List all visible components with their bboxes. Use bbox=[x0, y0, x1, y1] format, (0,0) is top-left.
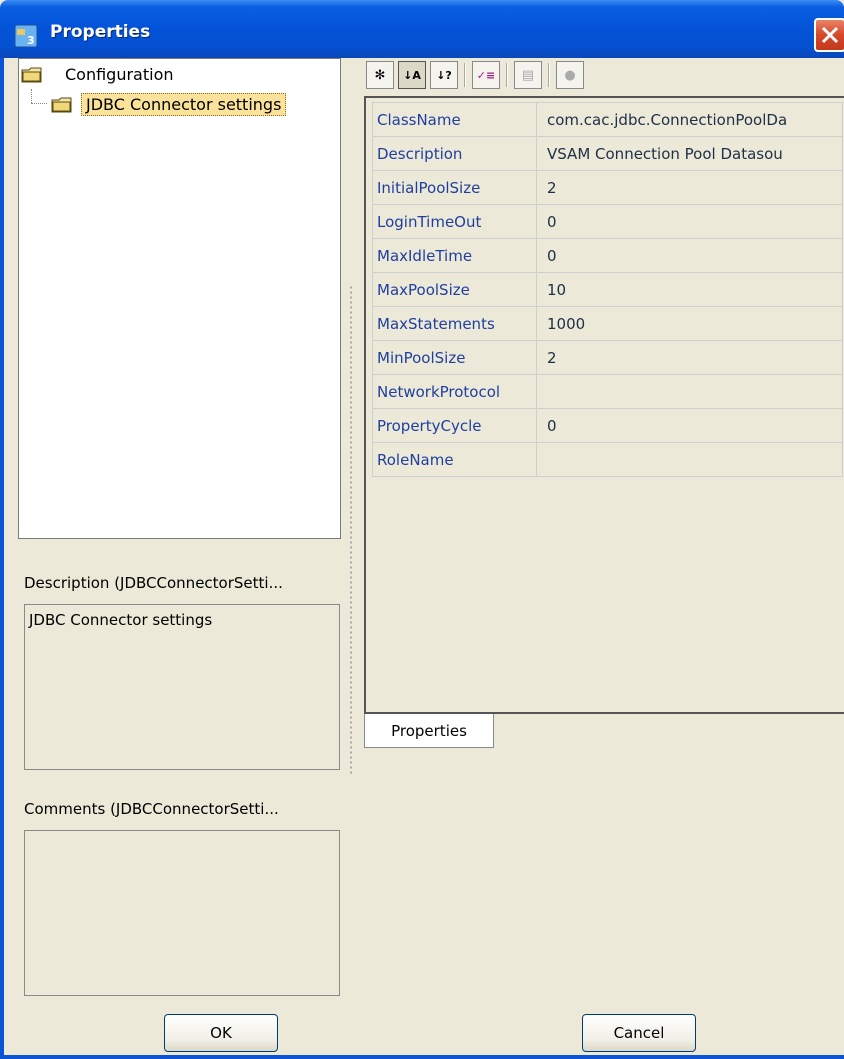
property-row[interactable]: LoginTimeOut 0 bbox=[372, 204, 843, 239]
property-value[interactable]: 2 bbox=[536, 170, 843, 205]
sort-reverse-icon: ↓? bbox=[436, 68, 452, 82]
property-name: InitialPoolSize bbox=[372, 170, 537, 205]
cancel-button[interactable]: Cancel bbox=[582, 1014, 696, 1052]
window-frame-left bbox=[0, 58, 4, 1059]
help-button[interactable]: ● bbox=[556, 61, 584, 89]
property-table: ClassName com.cac.jdbc.ConnectionPoolDa De… bbox=[372, 102, 843, 477]
property-value[interactable]: 10 bbox=[536, 272, 843, 307]
ok-button[interactable]: OK bbox=[164, 1014, 278, 1052]
folder-icon bbox=[21, 67, 42, 82]
property-row[interactable]: ClassName com.cac.jdbc.ConnectionPoolDa bbox=[372, 102, 843, 137]
property-grid: ClassName com.cac.jdbc.ConnectionPoolDa De… bbox=[364, 96, 844, 714]
property-name: MaxIdleTime bbox=[372, 238, 537, 273]
property-toolbar: ✻ ↓A ↓? ✓≡ ▤ ● bbox=[366, 60, 584, 90]
property-value[interactable]: 0 bbox=[536, 408, 843, 443]
property-name: MaxPoolSize bbox=[372, 272, 537, 307]
panel-splitter[interactable] bbox=[349, 285, 353, 775]
comments-field[interactable] bbox=[24, 830, 340, 996]
checklist-icon: ✓≡ bbox=[476, 68, 496, 82]
tree-node-label: JDBC Connector settings bbox=[81, 93, 287, 116]
property-value[interactable]: 0 bbox=[536, 238, 843, 273]
property-name: NetworkProtocol bbox=[372, 374, 537, 409]
property-value[interactable] bbox=[536, 374, 843, 409]
toolbar-separator bbox=[506, 63, 508, 87]
property-pages-button[interactable]: ▤ bbox=[514, 61, 542, 89]
tree-node-label: Configuration bbox=[65, 65, 174, 84]
help-icon: ● bbox=[564, 67, 576, 83]
description-label: Description (JDBCConnectorSetti... bbox=[24, 574, 283, 592]
close-icon bbox=[821, 26, 839, 44]
sort-alphabetical-button[interactable]: ↓A bbox=[398, 61, 426, 89]
property-name: MinPoolSize bbox=[372, 340, 537, 375]
property-pages-icon: ▤ bbox=[521, 67, 535, 83]
app-icon: 3 bbox=[14, 24, 38, 48]
tree-node-configuration[interactable]: Configuration bbox=[21, 65, 174, 84]
description-field[interactable]: JDBC Connector settings bbox=[24, 604, 340, 770]
tab-properties[interactable]: Properties bbox=[364, 714, 494, 748]
checklist-button[interactable]: ✓≡ bbox=[472, 61, 500, 89]
property-value[interactable] bbox=[536, 442, 843, 477]
property-name: MaxStatements bbox=[372, 306, 537, 341]
property-value[interactable]: com.cac.jdbc.ConnectionPoolDa bbox=[536, 102, 843, 137]
property-row[interactable]: PropertyCycle 0 bbox=[372, 408, 843, 443]
close-button[interactable] bbox=[814, 18, 844, 52]
property-row[interactable]: InitialPoolSize 2 bbox=[372, 170, 843, 205]
comments-label: Comments (JDBCConnectorSetti... bbox=[24, 800, 279, 818]
tree-connector bbox=[31, 103, 47, 104]
property-row[interactable]: RoleName bbox=[372, 442, 843, 477]
toolbar-separator bbox=[548, 63, 550, 87]
property-row[interactable]: MinPoolSize 2 bbox=[372, 340, 843, 375]
window-title: Properties bbox=[50, 22, 151, 42]
categorized-icon: ✻ bbox=[374, 67, 386, 83]
sort-alphabetical-icon: ↓A bbox=[403, 68, 421, 82]
property-row[interactable]: NetworkProtocol bbox=[372, 374, 843, 409]
categorized-button[interactable]: ✻ bbox=[366, 61, 394, 89]
property-value[interactable]: 0 bbox=[536, 204, 843, 239]
svg-text:3: 3 bbox=[27, 34, 35, 47]
window-frame-bottom bbox=[0, 1055, 844, 1059]
tree-connector bbox=[31, 89, 32, 103]
property-row[interactable]: Description VSAM Connection Pool Datasou bbox=[372, 136, 843, 171]
property-row[interactable]: MaxIdleTime 0 bbox=[372, 238, 843, 273]
property-row[interactable]: MaxPoolSize 10 bbox=[372, 272, 843, 307]
configuration-tree[interactable]: Configuration JDBC Connector settings bbox=[18, 58, 341, 539]
folder-icon bbox=[51, 97, 72, 112]
property-value[interactable]: 1000 bbox=[536, 306, 843, 341]
property-name: ClassName bbox=[372, 102, 537, 137]
title-bar: 3 Properties bbox=[0, 0, 844, 58]
sort-reverse-button[interactable]: ↓? bbox=[430, 61, 458, 89]
property-name: LoginTimeOut bbox=[372, 204, 537, 239]
tree-node-jdbc-connector-settings[interactable]: JDBC Connector settings bbox=[51, 93, 287, 116]
property-value[interactable]: 2 bbox=[536, 340, 843, 375]
property-name: PropertyCycle bbox=[372, 408, 537, 443]
toolbar-separator bbox=[464, 63, 466, 87]
property-value[interactable]: VSAM Connection Pool Datasou bbox=[536, 136, 843, 171]
property-name: Description bbox=[372, 136, 537, 171]
property-name: RoleName bbox=[372, 442, 537, 477]
property-row[interactable]: MaxStatements 1000 bbox=[372, 306, 843, 341]
